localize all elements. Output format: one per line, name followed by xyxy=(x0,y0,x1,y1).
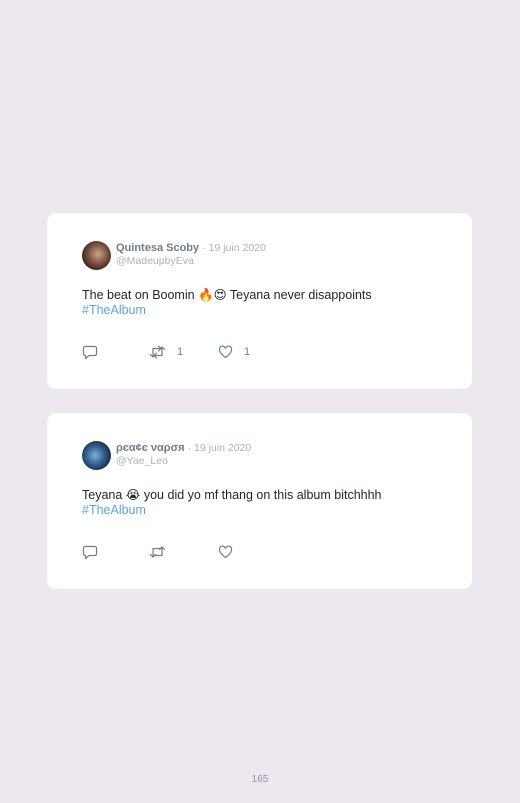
author-name[interactable]: Quintesa Scoby xyxy=(116,242,199,254)
tweet-meta: ρєα¢є ναρσя · 19 juin 2020 xyxy=(116,442,251,455)
like-count: 1 xyxy=(244,346,251,358)
reply-button[interactable] xyxy=(82,344,109,360)
tweet-date: · 19 juin 2020 xyxy=(202,242,266,254)
reply-button[interactable] xyxy=(82,544,109,560)
tweet-body: The beat on Boomin 🔥😍 Teyana never disap… xyxy=(82,288,372,302)
retweet-button[interactable] xyxy=(149,544,177,560)
hashtag-link[interactable]: #TheAlbum xyxy=(82,303,442,318)
tweet-body: Teyana 😭 you did yo mf thang on this alb… xyxy=(82,488,382,502)
tweet-text: The beat on Boomin 🔥😍 Teyana never disap… xyxy=(82,288,442,318)
tweet-actions: 1 1 xyxy=(82,344,302,360)
retweet-icon xyxy=(149,545,166,559)
tweet-actions xyxy=(82,544,302,560)
like-icon xyxy=(218,545,233,559)
reply-icon xyxy=(82,345,98,360)
author-handle[interactable]: @Yae_Leo xyxy=(116,455,168,467)
retweet-icon xyxy=(149,345,166,359)
retweet-count: 1 xyxy=(177,346,184,358)
tweet-meta: Quintesa Scoby · 19 juin 2020 xyxy=(116,242,266,255)
reply-icon xyxy=(82,545,98,560)
like-button[interactable] xyxy=(218,544,244,560)
page-number: 165 xyxy=(251,774,269,785)
hashtag-link[interactable]: #TheAlbum xyxy=(82,503,442,518)
like-icon xyxy=(218,345,233,359)
retweet-button[interactable]: 1 xyxy=(149,344,183,360)
tweet-card: ρєα¢є ναρσя · 19 juin 2020 @Yae_Leo Teya… xyxy=(47,413,472,589)
tweet-date: · 19 juin 2020 xyxy=(187,442,252,454)
tweet-text: Teyana 😭 you did yo mf thang on this alb… xyxy=(82,488,442,518)
avatar[interactable] xyxy=(82,441,111,470)
like-button[interactable]: 1 xyxy=(218,344,250,360)
author-name[interactable]: ρєα¢є ναρσя xyxy=(116,442,185,454)
tweet-card: Quintesa Scoby · 19 juin 2020 @MadeupbyE… xyxy=(47,213,472,389)
avatar[interactable] xyxy=(82,241,111,270)
author-handle[interactable]: @MadeupbyEva xyxy=(116,255,194,267)
